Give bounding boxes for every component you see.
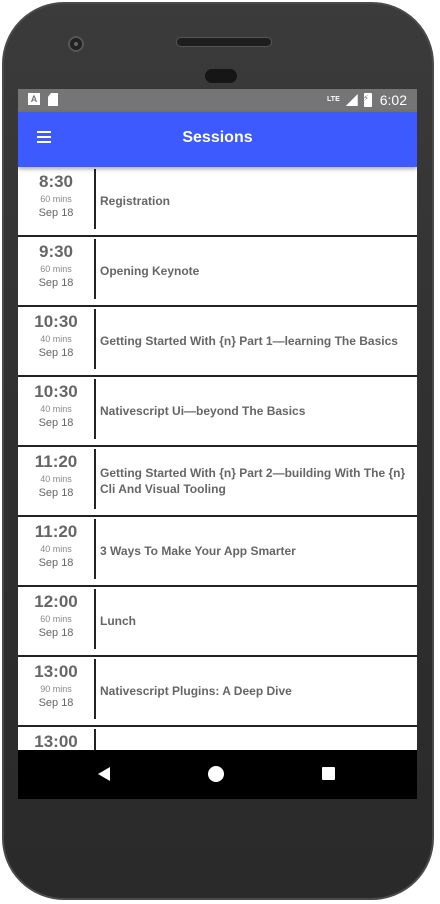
session-title-block: Lunch [100,587,415,655]
session-duration: 90 mins [40,684,72,694]
session-time: 11:20 [34,452,78,471]
sessions-list[interactable]: 8:30 60 mins Sep 18 Registration 9:30 60 mins… [18,167,417,797]
earpiece-speaker [176,37,272,47]
app-bar: Sessions [18,112,417,167]
session-row[interactable]: 9:30 60 mins Sep 18 Opening Keynote [18,237,417,307]
status-left-icons: A [28,93,58,106]
session-time: 11:20 [34,522,78,541]
page-title: Sessions [182,129,253,146]
session-title-block: Nativescript Ui—beyond The Basics [100,377,415,445]
network-type-label: LTE [327,96,340,103]
session-date: Sep 18 [38,207,74,219]
session-date: Sep 18 [38,417,74,429]
status-time: 6:02 [379,92,407,108]
session-time-block: 11:20 40 mins Sep 18 [18,517,94,585]
session-duration: 40 mins [40,544,72,554]
session-row[interactable]: 11:20 40 mins Sep 18 Getting Started With {… [18,447,417,517]
session-row[interactable]: 10:30 40 mins Sep 18 Nativescript Ui—beyond… [18,377,417,447]
row-divider [94,589,96,649]
session-date: Sep 18 [38,347,74,359]
session-row[interactable]: 12:00 60 mins Sep 18 Lunch [18,587,417,657]
session-time: 10:30 [34,382,78,401]
session-time: 12:00 [34,592,78,611]
session-duration: 60 mins [40,264,72,274]
session-duration: 40 mins [40,334,72,344]
session-title: Getting Started With {n} Part 1—learning… [100,334,398,348]
row-divider [94,169,96,229]
session-time-block: 11:20 40 mins Sep 18 [18,447,94,515]
session-row[interactable]: 11:20 40 mins Sep 18 3 Ways To Make Your Ap… [18,517,417,587]
session-duration: 60 mins [40,614,72,624]
session-time: 13:00 [34,662,78,681]
session-title: Lunch [100,614,136,628]
sd-card-icon [48,93,58,106]
back-icon[interactable] [98,767,110,781]
proximity-sensor [205,69,237,83]
session-title-block: Getting Started With {n} Part 1—learning… [100,307,415,375]
row-divider [94,239,96,299]
recent-apps-icon[interactable] [322,767,335,780]
session-title: Opening Keynote [100,264,200,278]
session-title-block: 3 Ways To Make Your App Smarter [100,517,415,585]
session-duration: 60 mins [40,194,72,204]
session-title: Nativescript Ui—beyond The Basics [100,404,306,418]
session-title: Nativescript Plugins: A Deep Dive [100,684,292,698]
signal-icon [345,94,358,106]
session-time-block: 10:30 40 mins Sep 18 [18,307,94,375]
session-row[interactable]: 13:00 90 mins Sep 18 Nativescript Plugins: … [18,657,417,727]
session-time: 10:30 [34,312,78,331]
front-camera-icon [68,36,84,52]
session-duration: 40 mins [40,474,72,484]
screen: A LTE 6:02 Sessions 8:30 60 mins Sep 18 Reg… [18,89,417,799]
navigation-bar [18,750,417,799]
session-time-block: 9:30 60 mins Sep 18 [18,237,94,305]
session-title: 3 Ways To Make Your App Smarter [100,544,296,558]
session-duration: 40 mins [40,404,72,414]
session-time-block: 13:00 90 mins Sep 18 [18,657,94,725]
session-title-block: Getting Started With {n} Part 2—building… [100,447,415,515]
session-time-block: 10:30 40 mins Sep 18 [18,377,94,445]
session-title: Registration [100,194,171,208]
session-title-block: Opening Keynote [100,237,415,305]
session-row[interactable]: 8:30 60 mins Sep 18 Registration [18,167,417,237]
session-title-block: Registration [100,167,415,235]
session-time: 13:00 [34,732,78,751]
session-time: 9:30 [38,242,74,261]
row-divider [94,519,96,579]
session-time-block: 12:00 60 mins Sep 18 [18,587,94,655]
row-divider [94,659,96,719]
battery-charging-icon [363,93,372,107]
session-date: Sep 18 [38,557,74,569]
home-icon[interactable] [208,766,224,782]
session-title-block: Nativescript Plugins: A Deep Dive [100,657,415,725]
status-right-icons: LTE 6:02 [327,92,407,108]
session-time-block: 8:30 60 mins Sep 18 [18,167,94,235]
session-date: Sep 18 [38,277,74,289]
row-divider [94,379,96,439]
session-date: Sep 18 [38,487,74,499]
session-date: Sep 18 [38,697,74,709]
a-notification-icon: A [28,93,40,105]
row-divider [94,449,96,509]
session-title: Getting Started With {n} Part 2—building… [100,466,406,496]
session-row[interactable]: 10:30 40 mins Sep 18 Getting Started With {… [18,307,417,377]
device: A LTE 6:02 Sessions 8:30 60 mins Sep 18 Reg… [0,0,440,904]
status-bar: A LTE 6:02 [18,89,417,112]
session-time: 8:30 [38,172,74,191]
row-divider [94,309,96,369]
session-date: Sep 18 [38,627,74,639]
